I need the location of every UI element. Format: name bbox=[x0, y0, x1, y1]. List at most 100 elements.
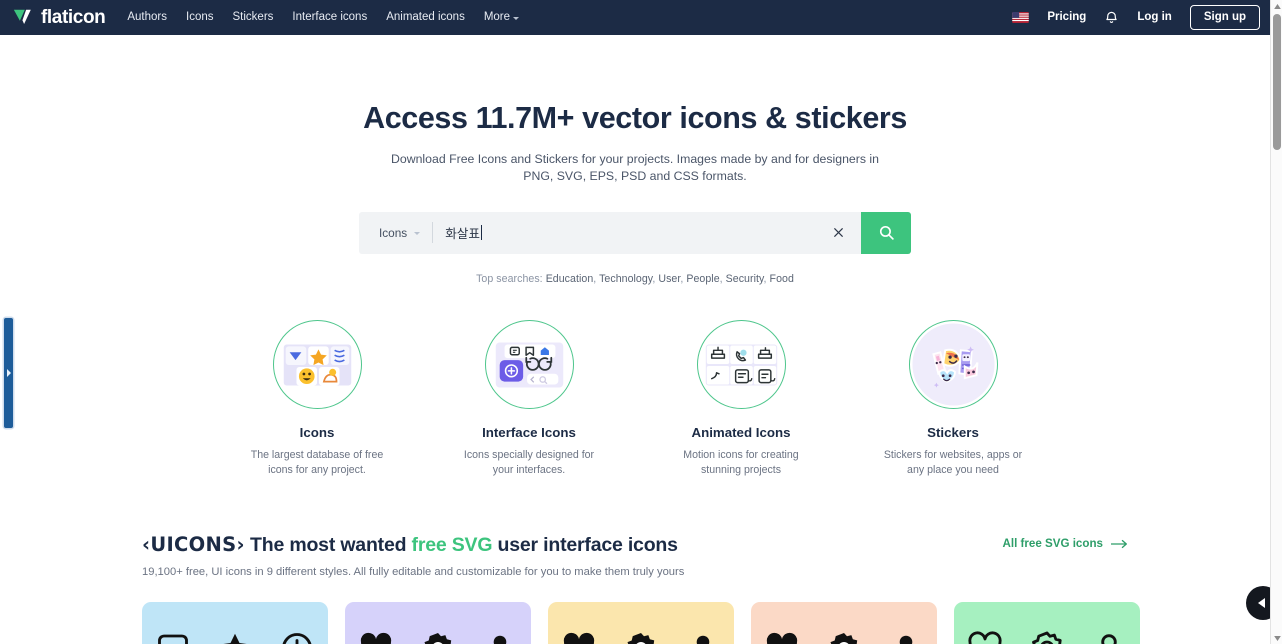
animated-icons-thumbnail-art bbox=[705, 344, 777, 386]
top-searches-label: Top searches: bbox=[476, 272, 543, 285]
signup-button[interactable]: Sign up bbox=[1189, 4, 1260, 31]
category-card-interface-icons[interactable]: Interface Icons Icons specially designed… bbox=[453, 320, 605, 479]
search-submit-button[interactable] bbox=[861, 211, 911, 254]
scrollbar-thumb[interactable] bbox=[1273, 14, 1281, 150]
user-glyph bbox=[1101, 634, 1117, 644]
nav-label: More bbox=[483, 10, 511, 23]
category-desc: Stickers for websites, apps or any place… bbox=[883, 449, 1023, 477]
logo-text: flaticon bbox=[41, 7, 106, 28]
arrow-right-icon bbox=[1111, 539, 1127, 548]
style-card-3[interactable] bbox=[548, 602, 734, 644]
top-search-user[interactable]: User bbox=[658, 273, 680, 285]
vertical-scrollbar[interactable] bbox=[1270, 0, 1282, 644]
style-card-2[interactable] bbox=[345, 602, 531, 644]
gear-glyph bbox=[627, 633, 655, 644]
pricing-link[interactable]: Pricing bbox=[1047, 11, 1086, 24]
top-search-education[interactable]: Education bbox=[546, 273, 594, 285]
category-card-animated-icons[interactable]: Animated Icons Motion icons for creating… bbox=[665, 320, 817, 479]
nav-item-authors[interactable]: Authors bbox=[127, 10, 167, 24]
scroll-up-arrow-icon[interactable] bbox=[1271, 0, 1282, 12]
nav-item-more[interactable]: More bbox=[483, 10, 520, 24]
uicons-brand: ‹UICONS› bbox=[142, 533, 245, 556]
icons-grid-thumbnail-art bbox=[283, 344, 351, 386]
all-free-label: All free SVG icons bbox=[1002, 537, 1103, 550]
top-search-people[interactable]: People bbox=[686, 273, 719, 285]
uicons-header: ‹UICONS› The most wanted free SVG user i… bbox=[142, 533, 1128, 578]
heart-glyph bbox=[563, 632, 595, 644]
header-actions: Pricing Log in Sign up bbox=[1012, 4, 1260, 31]
uicons-style-cards bbox=[142, 602, 1142, 644]
us-flag-icon[interactable] bbox=[1012, 12, 1030, 23]
animated-icons-thumbnail bbox=[696, 320, 786, 409]
category-title: Icons bbox=[299, 425, 335, 440]
close-icon bbox=[834, 228, 843, 238]
top-search-food[interactable]: Food bbox=[770, 273, 794, 285]
nav-label: Interface icons bbox=[292, 10, 368, 23]
star-glyph bbox=[223, 633, 247, 644]
flaticon-logo-icon bbox=[13, 9, 31, 24]
user-glyph bbox=[493, 635, 507, 644]
style-card-5[interactable] bbox=[954, 602, 1140, 644]
category-card-stickers[interactable]: Stickers Stickers for websites, apps or … bbox=[877, 320, 1029, 479]
hero-subtitle: Download Free Icons and Stickers for you… bbox=[390, 152, 879, 184]
scroll-down-arrow-icon[interactable] bbox=[1271, 632, 1282, 644]
gear-glyph bbox=[1032, 631, 1062, 644]
search-type-selector[interactable]: Icons bbox=[359, 226, 432, 240]
triangle-down-icon bbox=[1273, 635, 1281, 641]
user-glyph bbox=[899, 635, 913, 644]
nav-label: Stickers bbox=[232, 10, 274, 23]
category-cards: Icons The largest database of free icons… bbox=[0, 320, 1270, 479]
category-card-icons[interactable]: Icons The largest database of free icons… bbox=[241, 320, 393, 479]
stickers-thumbnail-art bbox=[911, 323, 995, 406]
heart-glyph bbox=[360, 632, 392, 644]
gear-glyph bbox=[830, 633, 858, 644]
nav-item-icons[interactable]: Icons bbox=[186, 10, 214, 24]
uicons-title: ‹UICONS› The most wanted free SVG user i… bbox=[142, 533, 684, 557]
interface-icons-thumbnail bbox=[484, 320, 574, 409]
search-field: Icons 화살표 bbox=[359, 211, 861, 254]
hero-section: Access 11.7M+ vector icons & stickers Do… bbox=[0, 35, 1270, 285]
search-bar: Icons 화살표 bbox=[359, 211, 911, 254]
clock-glyph bbox=[282, 633, 312, 644]
login-link[interactable]: Log in bbox=[1137, 11, 1172, 24]
category-title: Interface Icons bbox=[482, 425, 576, 440]
category-desc: The largest database of free icons for a… bbox=[250, 449, 384, 477]
page-root: flaticon Authors Icons Stickers Interfac… bbox=[0, 0, 1282, 644]
sidebar-expand-handle[interactable] bbox=[4, 318, 13, 428]
chevron-left-icon bbox=[1258, 598, 1265, 608]
nav-item-interface-icons[interactable]: Interface icons bbox=[292, 10, 368, 24]
site-header: flaticon Authors Icons Stickers Interfac… bbox=[0, 0, 1270, 35]
interface-icons-thumbnail-art bbox=[495, 342, 563, 388]
page-title: Access 11.7M+ vector icons & stickers bbox=[363, 101, 907, 135]
uicons-title-part1: The most wanted bbox=[250, 534, 412, 556]
notification-bell-icon[interactable] bbox=[1104, 10, 1119, 26]
chevron-right-icon bbox=[6, 369, 11, 377]
nav-item-animated-icons[interactable]: Animated icons bbox=[386, 11, 465, 24]
nav-item-stickers[interactable]: Stickers bbox=[232, 10, 274, 24]
all-free-svg-icons-link[interactable]: All free SVG icons bbox=[1002, 533, 1128, 550]
top-searches: Top searches: Education, Technology, Use… bbox=[476, 272, 794, 285]
triangle-up-icon bbox=[1273, 3, 1281, 9]
search-input-value: 화살표 bbox=[445, 227, 480, 242]
clear-search-button[interactable] bbox=[816, 226, 861, 239]
style-card-1[interactable] bbox=[142, 602, 328, 644]
nav-label: Icons bbox=[186, 10, 214, 23]
logo[interactable]: flaticon bbox=[12, 7, 106, 29]
top-search-technology[interactable]: Technology bbox=[599, 273, 652, 285]
category-title: Animated Icons bbox=[691, 425, 791, 440]
stickers-thumbnail bbox=[908, 320, 998, 409]
rounded-square-glyph bbox=[158, 634, 188, 644]
top-search-security[interactable]: Security bbox=[726, 273, 764, 285]
heart-glyph bbox=[968, 631, 1002, 644]
category-desc: Motion icons for creating stunning proje… bbox=[683, 449, 799, 477]
search-input[interactable]: 화살표 bbox=[433, 223, 816, 242]
uicons-title-highlight: free SVG bbox=[411, 534, 493, 556]
user-glyph bbox=[696, 635, 710, 644]
style-card-4[interactable] bbox=[751, 602, 937, 644]
chevron-down-icon bbox=[513, 17, 520, 20]
chevron-down-icon bbox=[414, 232, 421, 236]
icons-grid-thumbnail bbox=[272, 320, 362, 409]
nav-label: Authors bbox=[127, 10, 167, 23]
search-type-label: Icons bbox=[379, 225, 408, 240]
heart-glyph bbox=[766, 632, 798, 644]
